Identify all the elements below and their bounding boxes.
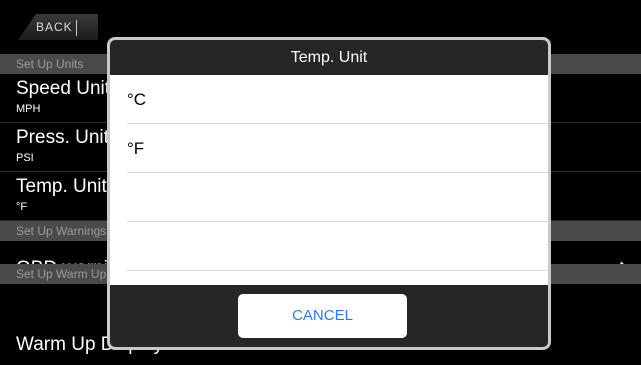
speed-unit-label: Speed Unit xyxy=(16,78,111,99)
option-fahrenheit[interactable]: °F xyxy=(110,124,548,173)
dialog-title: Temp. Unit xyxy=(110,40,548,75)
option-divider xyxy=(127,270,548,271)
back-button[interactable]: BACK xyxy=(18,14,98,40)
back-button-label: BACK xyxy=(36,20,73,34)
press-unit-label: Press. Unit xyxy=(16,127,109,148)
option-label: °C xyxy=(127,90,147,109)
option-empty xyxy=(110,173,548,222)
temp-unit-dialog: Temp. Unit °C °F CANCEL xyxy=(107,37,551,350)
option-empty xyxy=(110,222,548,271)
temp-unit-label: Temp. Unit xyxy=(16,176,107,197)
back-button-separator xyxy=(75,19,77,36)
option-label: °F xyxy=(127,139,145,158)
top-bar: BACK xyxy=(0,0,641,42)
cancel-button[interactable]: CANCEL xyxy=(238,294,407,338)
press-unit-value: PSI xyxy=(16,152,34,164)
dialog-footer: CANCEL xyxy=(110,285,548,347)
temp-unit-value: °F xyxy=(16,201,28,213)
speed-unit-value: MPH xyxy=(16,103,41,115)
option-celsius[interactable]: °C xyxy=(110,75,548,124)
